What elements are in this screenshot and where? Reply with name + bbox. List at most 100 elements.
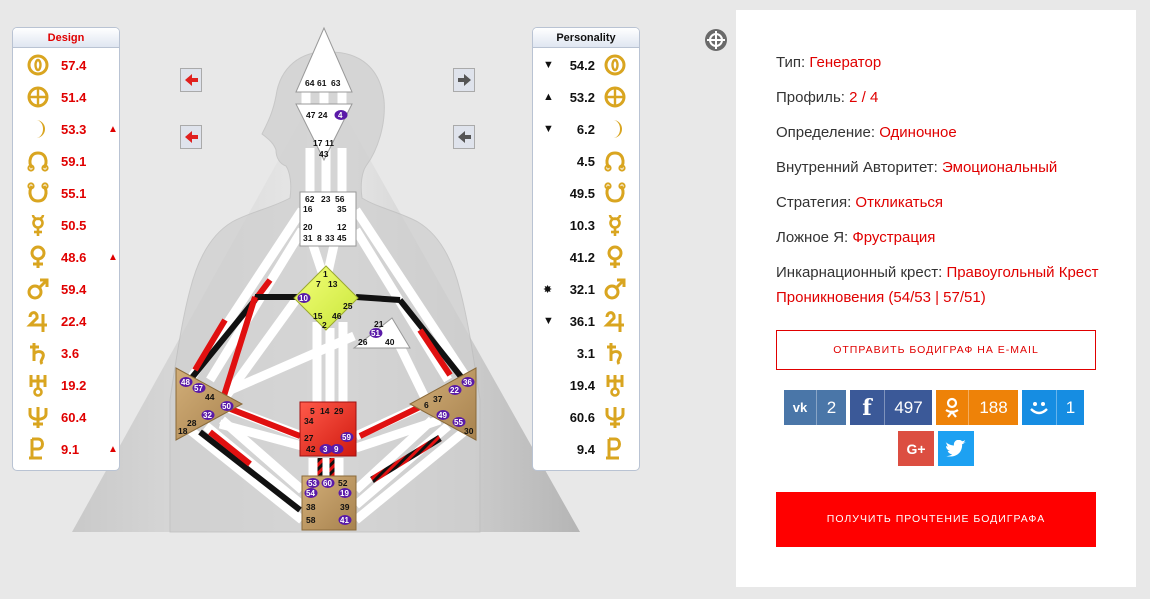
design-gate-value: 3.6 [61,345,80,361]
gate-number[interactable]: 54 [306,489,315,498]
gate-number[interactable]: 1 [323,269,328,279]
gate-number[interactable]: 22 [450,386,459,395]
personality-gate-value: 60.6 [569,409,595,425]
gate-number[interactable]: 21 [374,319,384,329]
south-node-icon [603,181,627,205]
gate-number[interactable]: 48 [181,378,190,387]
gate-number[interactable]: 37 [433,394,443,404]
gate-number[interactable]: 27 [304,433,314,443]
zoom-icon[interactable] [705,29,727,51]
personality-fixing-arrow: ▼ [543,123,554,135]
design-back-arrow-icon[interactable] [180,125,202,149]
gate-number[interactable]: 56 [335,194,345,204]
gate-number[interactable]: 18 [178,426,188,436]
gate-number[interactable]: 23 [321,194,331,204]
google-plus-share-button[interactable]: G+ [898,431,934,466]
gate-number[interactable]: 30 [464,426,474,436]
personality-column: Personality 54.2 ▼ 53.2 ▲ 6.2 ▼ 4.5 49.5 10.3 41.… [532,27,640,471]
gate-number[interactable]: 35 [337,204,347,214]
design-row: 53.3 ▲ [13,116,119,142]
gate-number[interactable]: 40 [385,337,395,347]
gate-number[interactable]: 55 [454,418,463,427]
gate-number[interactable]: 24 [318,110,328,120]
gate-number[interactable]: 5 [310,406,315,416]
gate-number[interactable]: 31 [303,233,313,243]
gate-number[interactable]: 16 [303,204,313,214]
personality-next-arrow-icon[interactable] [453,68,475,92]
gate-number[interactable]: 43 [319,149,329,159]
gate-number[interactable]: 61 [317,78,327,88]
personality-fixing-arrow: ▼ [543,59,554,71]
gate-number[interactable]: 51 [371,329,380,338]
gate-number[interactable]: 57 [194,384,203,393]
pluto-icon [26,437,50,461]
mars-icon [603,277,627,301]
gate-number[interactable]: 39 [340,502,350,512]
gate-number[interactable]: 64 [305,78,315,88]
gate-number[interactable]: 44 [205,392,215,402]
facebook-count: 497 [884,390,932,425]
personality-back-arrow-icon[interactable] [453,125,475,149]
twitter-share-button[interactable] [938,431,974,466]
saturn-icon [26,341,50,365]
facebook-share-button[interactable]: f 497 [850,390,932,425]
gate-number[interactable]: 28 [187,418,197,428]
ok-share-button[interactable]: 188 [936,390,1018,425]
gate-number[interactable]: 33 [325,233,335,243]
gate-number[interactable]: 36 [463,378,472,387]
moimir-share-button[interactable]: 1 [1022,390,1084,425]
gate-number[interactable]: 9 [334,445,339,454]
gate-number[interactable]: 2 [322,320,327,330]
twitter-icon [945,439,966,457]
earth-icon [26,85,50,109]
gate-number[interactable]: 32 [203,411,212,420]
personality-row: 3.1 [533,340,639,366]
gate-number[interactable]: 19 [340,489,349,498]
design-row: 51.4 [13,84,119,110]
design-row: 22.4 [13,308,119,334]
gate-number[interactable]: 34 [304,416,314,426]
saturn-icon [603,341,627,365]
strategy-value: Откликаться [855,194,944,211]
gate-number[interactable]: 11 [325,138,334,148]
gate-number[interactable]: 7 [316,279,321,289]
gate-number[interactable]: 42 [306,444,316,454]
design-prev-arrow-icon[interactable] [180,68,202,92]
gate-number[interactable]: 13 [328,279,338,289]
gate-number[interactable]: 26 [358,337,368,347]
gate-number[interactable]: 6 [424,400,429,410]
cross-line: Инкарнационный крест: Правоугольный Крес… [776,264,1099,306]
gate-number[interactable]: 60 [323,479,332,488]
gate-number[interactable]: 17 [313,138,323,148]
gate-number[interactable]: 10 [299,294,308,303]
gate-number[interactable]: 29 [334,406,344,416]
gate-number[interactable]: 58 [306,515,316,525]
moon-icon [26,117,50,141]
gate-number[interactable]: 46 [332,311,342,321]
gate-number[interactable]: 8 [317,233,322,243]
gate-number[interactable]: 14 [320,406,330,416]
personality-row: 32.1 ✸ [533,276,639,302]
gate-number[interactable]: 49 [438,411,447,420]
vk-share-button[interactable]: vk 2 [784,390,846,425]
gate-number[interactable]: 47 [306,110,316,120]
gate-number[interactable]: 52 [338,478,348,488]
gate-number[interactable]: 41 [340,516,349,525]
personality-row: 9.4 [533,436,639,462]
gate-number[interactable]: 50 [222,402,231,411]
personality-gate-value: 6.2 [576,121,595,137]
get-reading-button[interactable]: ПОЛУЧИТЬ ПРОЧТЕНИЕ БОДИГРАФА [776,492,1096,547]
gate-number[interactable]: 4 [338,111,343,120]
jupiter-icon [603,309,627,333]
gate-number[interactable]: 12 [337,222,347,232]
gate-number[interactable]: 63 [331,78,341,88]
gate-number[interactable]: 45 [337,233,347,243]
gate-number[interactable]: 38 [306,502,316,512]
gate-number[interactable]: 25 [343,301,353,311]
send-email-button[interactable]: ОТПРАВИТЬ БОДИГРАФ НА E-MAIL [776,330,1096,370]
gate-number[interactable]: 3 [323,445,328,454]
gate-number[interactable]: 62 [305,194,315,204]
gate-number[interactable]: 20 [303,222,313,232]
gate-number[interactable]: 53 [308,479,317,488]
gate-number[interactable]: 59 [342,433,351,442]
